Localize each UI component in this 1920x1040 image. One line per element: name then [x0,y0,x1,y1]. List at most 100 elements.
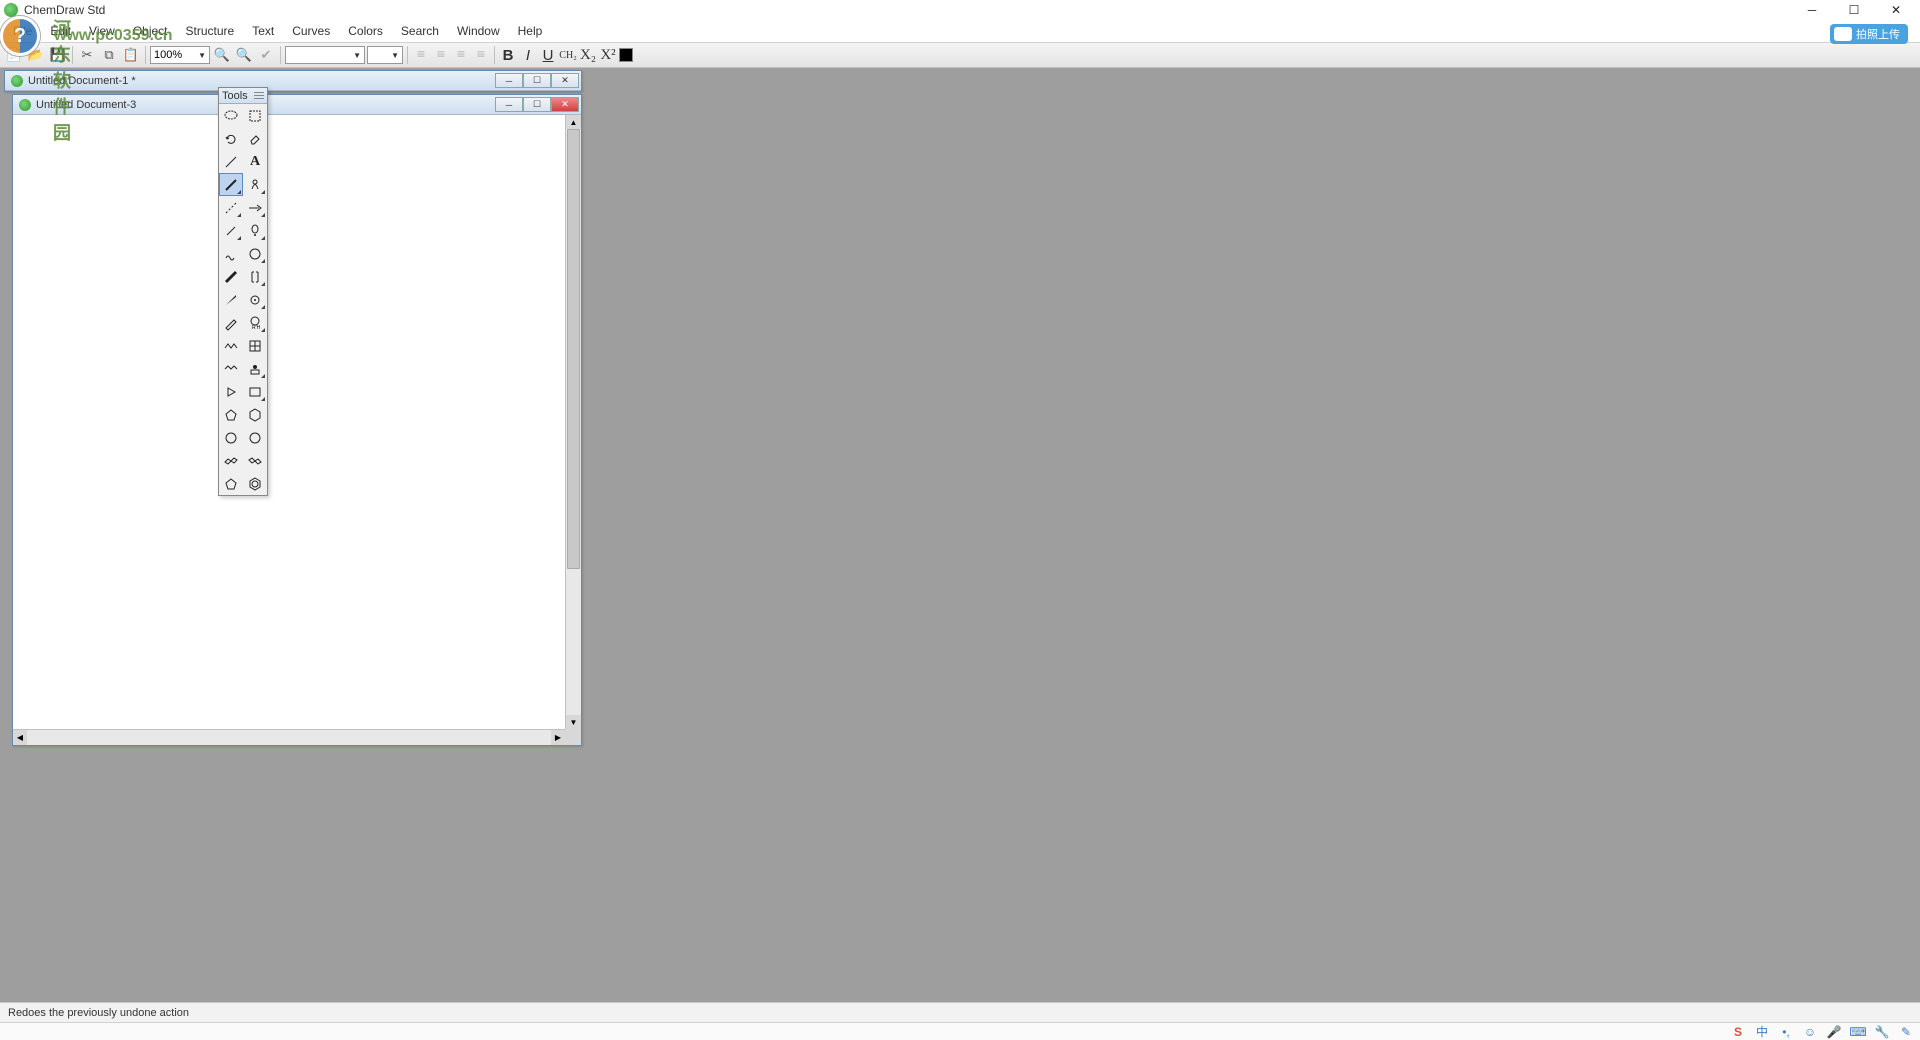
zoom-out-icon[interactable]: 🔍 [234,45,254,65]
scroll-down-arrow-icon[interactable]: ▼ [566,715,581,729]
upload-button[interactable]: 拍照上传 [1830,24,1908,44]
italic-button[interactable]: I [519,46,537,64]
maximize-button[interactable]: ☐ [1842,2,1866,18]
menu-text[interactable]: Text [245,22,281,40]
hash-bond-tool-icon[interactable] [219,219,243,242]
rect-tool-icon[interactable] [243,380,267,403]
arrow-tool-icon[interactable] [243,196,267,219]
line-tool-icon[interactable] [219,150,243,173]
font-combo[interactable]: ▼ [285,46,365,64]
cyclopropane-tool-icon[interactable] [219,426,243,449]
copy-icon[interactable]: ⧉ [99,45,119,65]
chair2-tool-icon[interactable] [243,449,267,472]
acyclic-chain-tool-icon[interactable] [219,357,243,380]
doc-minimize-button[interactable]: ─ [495,97,523,112]
svg-text:R'H: R'H [252,325,261,331]
scroll-left-arrow-icon[interactable]: ◀ [13,730,27,745]
lasso-tool-icon[interactable] [219,104,243,127]
cyclohexane-tool-icon[interactable] [243,403,267,426]
menu-window[interactable]: Window [450,22,507,40]
align-justify-icon[interactable]: ≡ [472,46,490,64]
fontsize-combo[interactable]: ▼ [367,46,403,64]
scroll-up-arrow-icon[interactable]: ▲ [566,115,581,129]
wavy-bond-tool-icon[interactable] [219,242,243,265]
minimize-button[interactable]: ─ [1800,2,1824,18]
menu-view[interactable]: View [82,22,122,40]
ime-emoji-icon[interactable]: ☺ [1802,1025,1818,1039]
align-right-icon[interactable]: ≡ [452,46,470,64]
doc-maximize-button[interactable]: ☐ [523,97,551,112]
tools-palette-header[interactable]: Tools [219,88,267,104]
zoom-combo[interactable]: 100% ▼ [150,46,210,64]
wedge-bond-tool-icon[interactable] [219,288,243,311]
multibond-tool-icon[interactable] [243,173,267,196]
ime-language-icon[interactable]: 中 [1754,1025,1770,1039]
bold-line-tool-icon[interactable] [219,265,243,288]
menu-file[interactable]: File [6,22,39,40]
menu-help[interactable]: Help [511,22,550,40]
ime-punct-icon[interactable]: •, [1778,1025,1794,1039]
cut-icon[interactable]: ✂ [77,45,97,65]
menu-object[interactable]: Object [126,22,175,40]
sogou-ime-icon[interactable]: S [1730,1025,1746,1039]
scroll-right-arrow-icon[interactable]: ▶ [551,730,565,745]
chair1-tool-icon[interactable] [219,449,243,472]
underline-button[interactable]: U [539,46,557,64]
pen-tool-icon[interactable] [219,311,243,334]
horizontal-scrollbar[interactable]: ◀ ▶ [13,729,565,745]
subscript-button[interactable]: X₂ [579,46,597,64]
menu-search[interactable]: Search [394,22,446,40]
bracket-tool-icon[interactable] [243,265,267,288]
template-tool-icon[interactable] [243,357,267,380]
radical-tool-icon[interactable] [243,288,267,311]
doc-minimize-button[interactable]: ─ [495,73,523,88]
text-tool-icon[interactable]: A [243,150,267,173]
document-canvas[interactable] [13,115,581,745]
document-window-1[interactable]: Untitled Document-1 * ─ ☐ ✕ [4,70,582,92]
solid-bond-tool-icon[interactable] [219,173,243,196]
superscript-button[interactable]: X² [599,46,617,64]
align-left-icon[interactable]: ≡ [412,46,430,64]
eraser-tool-icon[interactable] [243,127,267,150]
marquee-tool-icon[interactable] [243,104,267,127]
cyclobutane-tool-icon[interactable] [243,426,267,449]
bold-button[interactable]: B [499,46,517,64]
align-center-icon[interactable]: ≡ [432,46,450,64]
paste-icon[interactable]: 📋 [121,45,141,65]
cyclopentadiene-tool-icon[interactable] [219,472,243,495]
dashed-bond-tool-icon[interactable] [219,196,243,219]
table-tool-icon[interactable] [243,334,267,357]
tools-palette[interactable]: Tools A [218,87,268,496]
save-icon[interactable]: 💾 [48,45,68,65]
check-icon[interactable]: ✔ [256,45,276,65]
orbital-tool-icon[interactable] [243,219,267,242]
benzene-tool-icon[interactable] [243,472,267,495]
atom-label-tool-icon[interactable]: R'H [243,311,267,334]
ime-keyboard-icon[interactable]: ⌨ [1850,1025,1866,1039]
formula-button[interactable]: CH₂ [559,46,577,64]
rotate-tool-icon[interactable] [219,127,243,150]
ime-mic-icon[interactable]: 🎤 [1826,1025,1842,1039]
play-tool-icon[interactable] [219,380,243,403]
scroll-thumb[interactable] [567,129,580,569]
color-swatch[interactable] [619,48,633,62]
open-icon[interactable]: 📂 [26,45,46,65]
ime-settings-icon[interactable]: 🔧 [1874,1025,1890,1039]
menu-colors[interactable]: Colors [341,22,390,40]
chain-tool-icon[interactable] [219,334,243,357]
close-button[interactable]: ✕ [1884,2,1908,18]
vertical-scrollbar[interactable]: ▲ ▼ [565,115,581,729]
menu-curves[interactable]: Curves [285,22,337,40]
menu-structure[interactable]: Structure [179,22,242,40]
cyclopentane-tool-icon[interactable] [219,403,243,426]
zoom-in-icon[interactable]: 🔍 [212,45,232,65]
doc-close-button[interactable]: ✕ [551,97,579,112]
circle-tool-icon[interactable] [243,242,267,265]
document-window-3[interactable]: Untitled Document-3 ─ ☐ ✕ ▲ ▼ ◀ ▶ [12,94,582,746]
doc-maximize-button[interactable]: ☐ [523,73,551,88]
menu-edit[interactable]: Edit [43,22,78,40]
new-doc-icon[interactable]: 📄 [4,45,24,65]
ime-skin-icon[interactable]: ✎ [1898,1025,1914,1039]
doc-close-button[interactable]: ✕ [551,73,579,88]
resize-grip[interactable] [565,729,581,745]
